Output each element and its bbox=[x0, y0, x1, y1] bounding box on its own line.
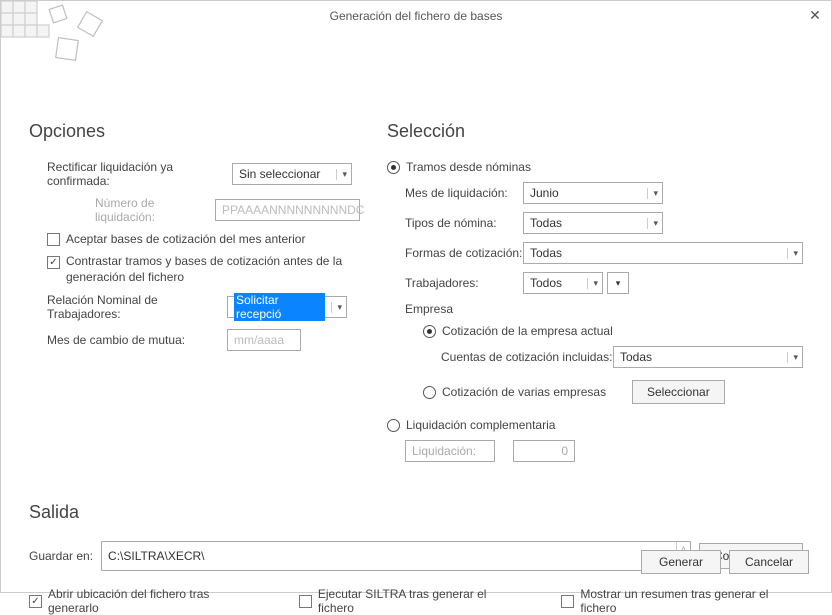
chevron-down-icon: ▾ bbox=[787, 352, 798, 363]
mes-liq-dropdown[interactable]: Junio ▾ bbox=[523, 182, 663, 204]
chevron-down-icon: ▾ bbox=[647, 218, 658, 229]
chevron-down-icon: ▾ bbox=[647, 188, 658, 199]
salida-heading: Salida bbox=[29, 502, 803, 523]
rectificar-dropdown[interactable]: Sin seleccionar ▾ bbox=[232, 163, 352, 185]
liq-compl-label: Liquidación complementaria bbox=[406, 418, 555, 432]
varias-empresas-label: Cotización de varias empresas bbox=[442, 385, 632, 399]
varias-empresas-radio[interactable] bbox=[423, 386, 436, 399]
tipos-nomina-dropdown[interactable]: Todas ▾ bbox=[523, 212, 663, 234]
liquidacion-sub-label-box: Liquidación: bbox=[405, 440, 495, 462]
chevron-down-icon: ▾ bbox=[587, 278, 598, 289]
mes-mutua-input[interactable]: mm/aaaa bbox=[227, 329, 301, 351]
opciones-heading: Opciones bbox=[29, 121, 379, 142]
aceptar-bases-label: Aceptar bases de cotización del mes ante… bbox=[66, 232, 305, 246]
mostrar-resumen-label: Mostrar un resumen tras generar el fiche… bbox=[580, 587, 803, 615]
liq-compl-radio[interactable] bbox=[387, 419, 400, 432]
empresa-actual-radio[interactable] bbox=[423, 325, 436, 338]
rectificar-label: Rectificar liquidación ya confirmada: bbox=[47, 160, 232, 188]
mes-mutua-label: Mes de cambio de mutua: bbox=[47, 333, 227, 347]
abrir-ubicacion-checkbox[interactable] bbox=[29, 595, 42, 608]
mes-liq-label: Mes de liquidación: bbox=[405, 186, 523, 200]
cancelar-button[interactable]: Cancelar bbox=[729, 550, 809, 574]
app-logo bbox=[1, 1, 106, 71]
chevron-down-icon: ▾ bbox=[616, 278, 621, 289]
generar-button[interactable]: Generar bbox=[641, 550, 721, 574]
abrir-ubicacion-label: Abrir ubicación del fichero tras generar… bbox=[48, 587, 259, 615]
chevron-down-icon: ▾ bbox=[331, 302, 342, 313]
chevron-down-icon: ▾ bbox=[787, 248, 798, 259]
window-title: Generación del fichero de bases bbox=[330, 9, 503, 23]
trabajadores-label: Trabajadores: bbox=[405, 276, 523, 290]
contrastar-label: Contrastar tramos y bases de cotización … bbox=[66, 254, 356, 285]
num-liquidacion-input[interactable]: PPAAAANNNNNNNNNDC bbox=[215, 199, 360, 221]
contrastar-checkbox[interactable] bbox=[47, 256, 60, 269]
ejecutar-siltra-label: Ejecutar SILTRA tras generar el fichero bbox=[318, 587, 521, 615]
close-button[interactable]: ✕ bbox=[805, 5, 825, 25]
trabajadores-dropdown[interactable]: Todos ▾ bbox=[523, 272, 603, 294]
relacion-dropdown[interactable]: Solicitar recepció ▾ bbox=[227, 296, 347, 318]
guardar-path-input[interactable]: C:\SILTRA\XECR\ ˄ ˅ bbox=[101, 541, 691, 571]
empresa-actual-label: Cotización de la empresa actual bbox=[442, 324, 613, 338]
cuentas-incluidas-label: Cuentas de cotización incluidas: bbox=[441, 350, 613, 364]
liquidacion-sub-value: 0 bbox=[513, 440, 575, 462]
relacion-label: Relación Nominal de Trabajadores: bbox=[47, 293, 227, 321]
formas-cot-label: Formas de cotización: bbox=[405, 246, 523, 260]
tramos-radio-label: Tramos desde nóminas bbox=[406, 160, 531, 174]
mostrar-resumen-checkbox[interactable] bbox=[561, 595, 574, 608]
chevron-down-icon: ▾ bbox=[336, 169, 347, 180]
guardar-label: Guardar en: bbox=[29, 549, 93, 563]
seleccion-heading: Selección bbox=[387, 121, 803, 142]
cuentas-incluidas-dropdown[interactable]: Todas ▾ bbox=[613, 346, 803, 368]
trabajadores-picker[interactable]: ▾ bbox=[607, 272, 629, 294]
formas-cot-dropdown[interactable]: Todas ▾ bbox=[523, 242, 803, 264]
tipos-nomina-label: Tipos de nómina: bbox=[405, 216, 523, 230]
tramos-radio[interactable] bbox=[387, 161, 400, 174]
close-icon: ✕ bbox=[809, 7, 821, 24]
ejecutar-siltra-checkbox[interactable] bbox=[299, 595, 312, 608]
aceptar-bases-checkbox[interactable] bbox=[47, 233, 60, 246]
seleccionar-button[interactable]: Seleccionar bbox=[632, 380, 725, 404]
empresa-label: Empresa bbox=[405, 302, 453, 316]
num-liquidacion-label: Número de liquidación: bbox=[95, 196, 215, 224]
